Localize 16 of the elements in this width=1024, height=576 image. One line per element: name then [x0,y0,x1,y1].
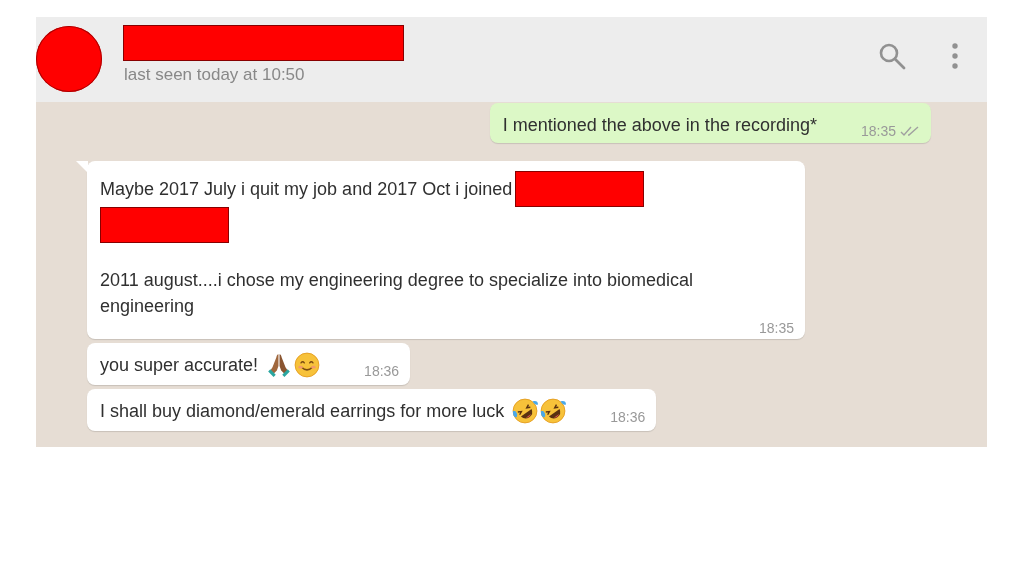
laughing-face-icon [512,398,539,424]
message-time: 18:35 [758,319,794,337]
laughing-face-icon [540,398,567,424]
message-text: Maybe 2017 July i quit my job and 2017 Oct i joined [100,178,513,201]
message-text: I mentioned the above in the recording* [502,114,817,137]
message-time: 18:36 [364,362,400,380]
menu-icon[interactable] [952,42,958,69]
praying-hands-icon [266,352,293,378]
last-seen-text: last seen today at 10:50 [123,64,306,85]
message-text: I shall buy diamond/emerald earrings for more luck [100,400,505,423]
message-time: 18:36 [610,408,646,426]
message-text: 2011 august....i chose my engineering degree to specialize into biomedical engineering [100,269,695,318]
search-icon[interactable] [878,41,906,70]
message-time: 18:35 [860,122,896,140]
smiley-icon [294,352,321,378]
message-text: you super accurate! [100,354,259,377]
